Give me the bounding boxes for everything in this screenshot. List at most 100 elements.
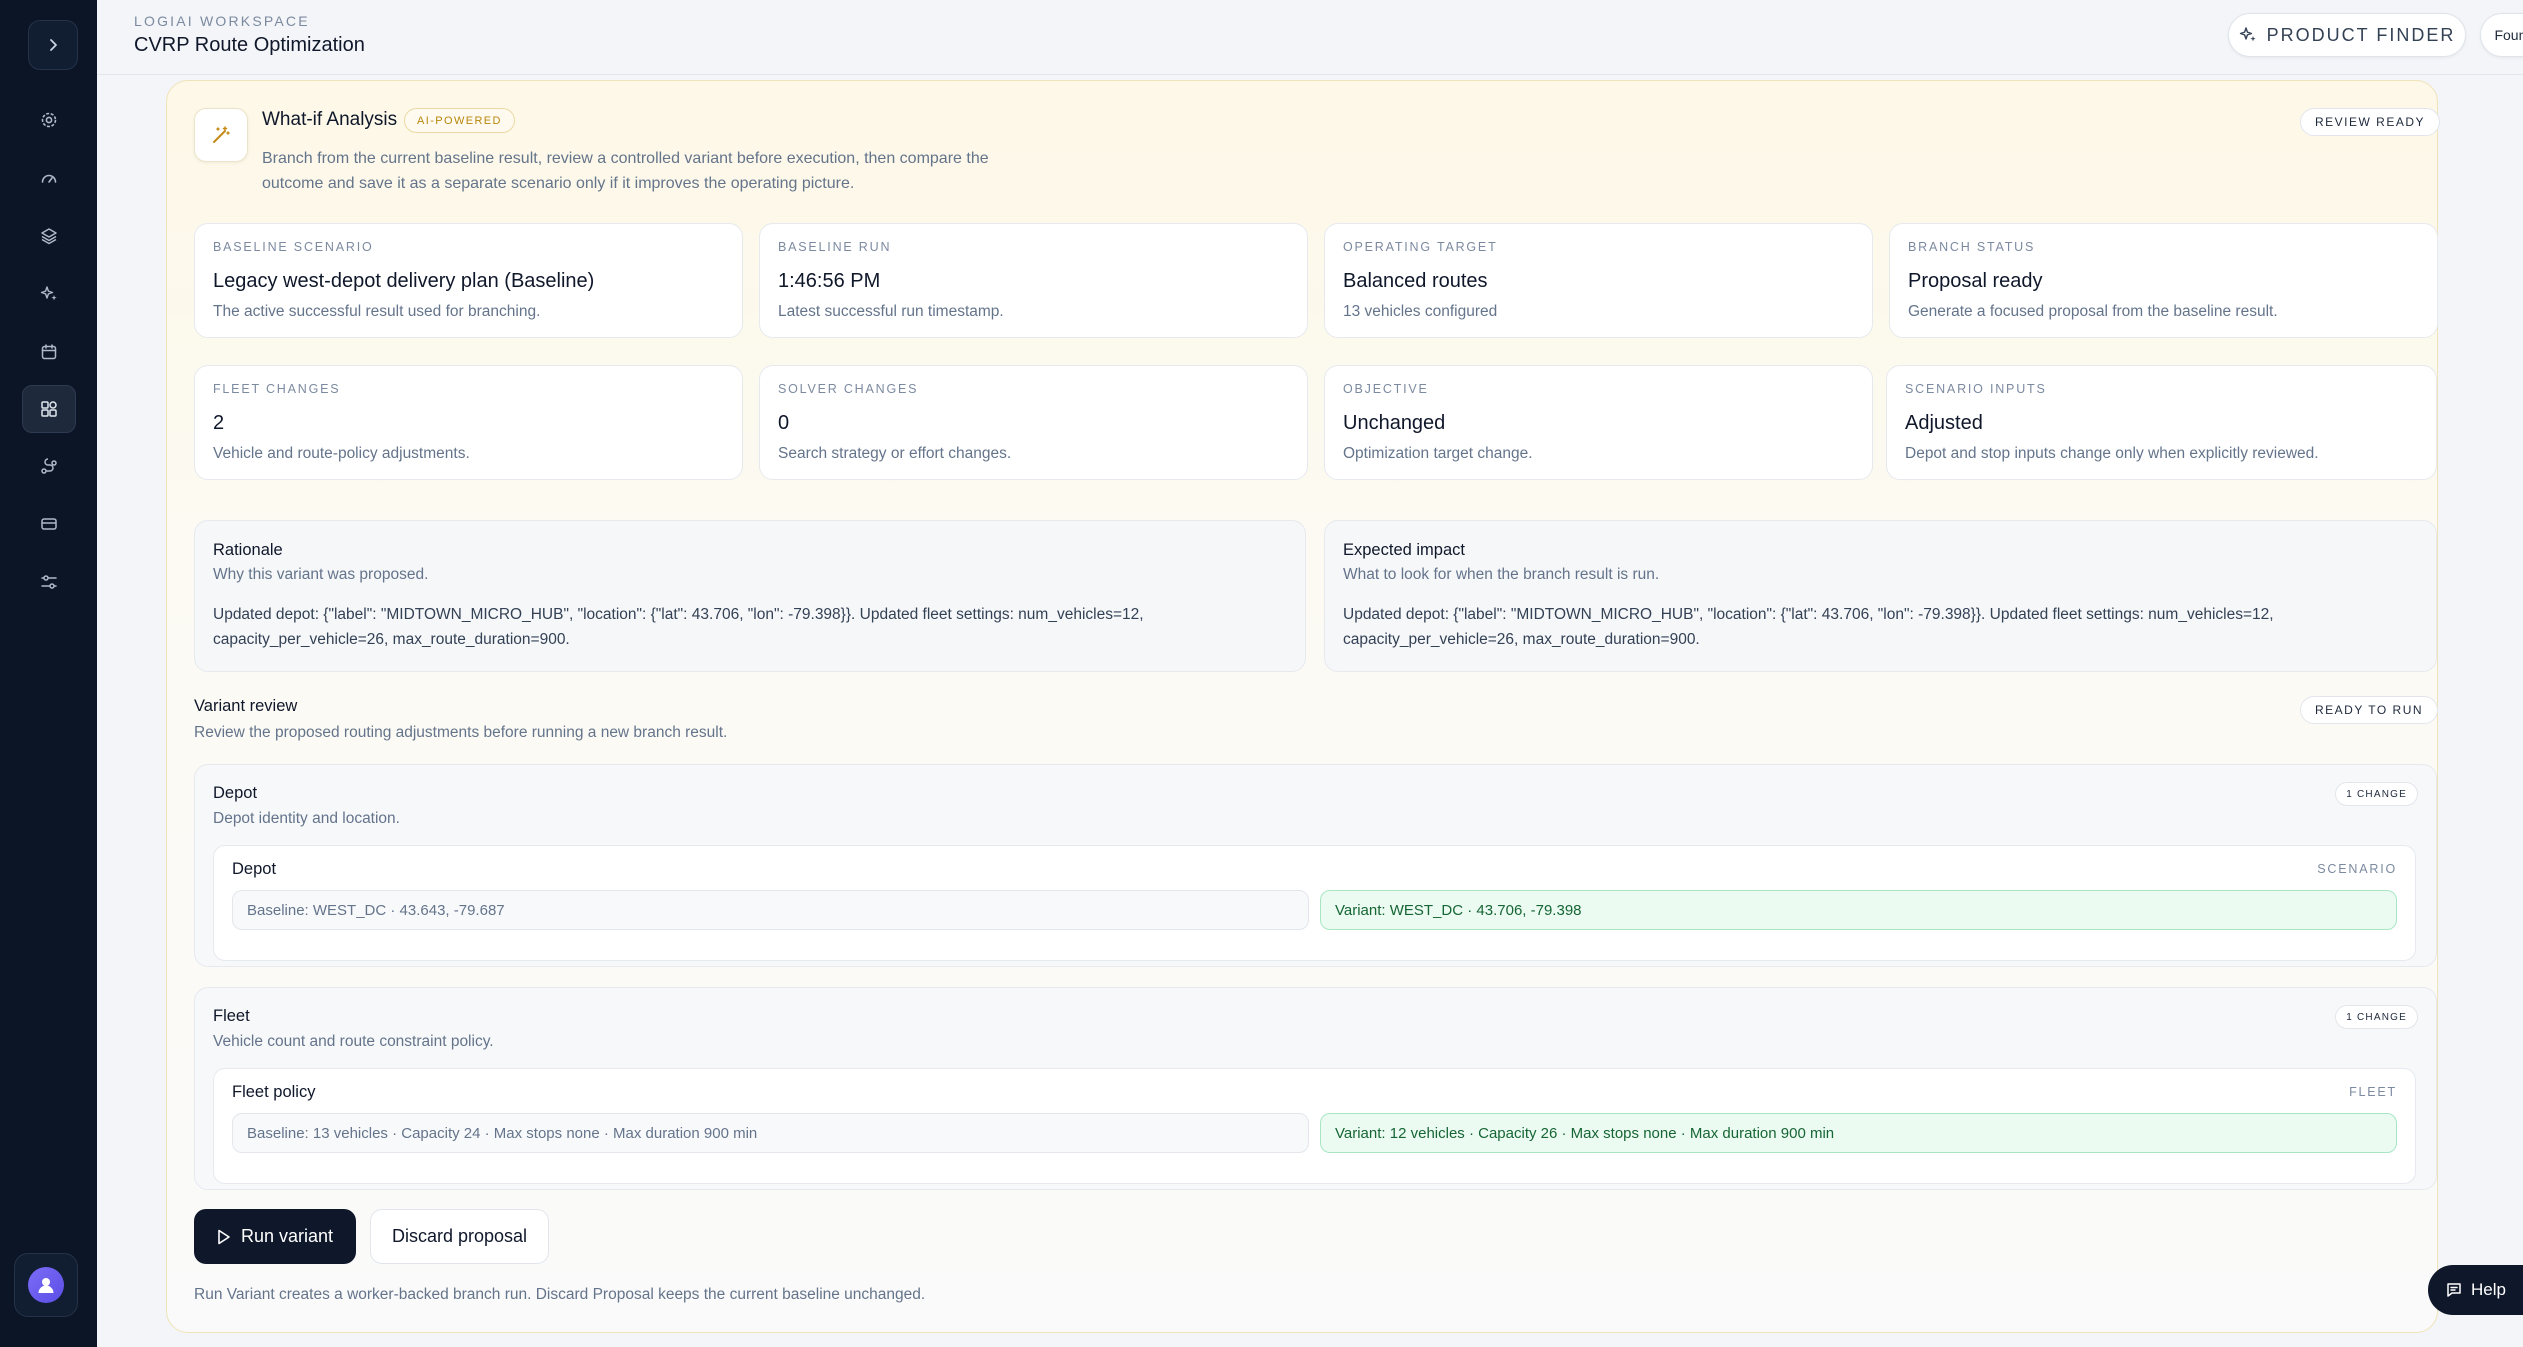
group-title: Depot: [213, 784, 258, 802]
stat-label: SOLVER CHANGES: [778, 382, 919, 396]
sparkles-icon: [40, 286, 57, 301]
stat-value: Balanced routes: [1343, 270, 1488, 292]
stat-value: 2: [213, 412, 225, 434]
rationale-panel: Rationale Why this variant was proposed.…: [194, 520, 1306, 672]
stat-label: OBJECTIVE: [1343, 382, 1429, 396]
sidebar-item-calendar[interactable]: [22, 328, 76, 376]
ready-to-run-badge: READY TO RUN: [2300, 696, 2439, 724]
depot-change-item: Depot SCENARIO Baseline: WEST_DC · 43.64…: [213, 845, 2416, 961]
fleet-change-item: Fleet policy FLEET Baseline: 13 vehicles…: [213, 1068, 2416, 1184]
shapes-icon: [41, 401, 57, 417]
group-subtitle: Vehicle count and route constraint polic…: [213, 1033, 494, 1050]
stat-subtext: Search strategy or effort changes.: [778, 445, 1012, 462]
rationale-title: Rationale: [213, 541, 283, 559]
chevron-right-icon: [50, 39, 57, 51]
sidebar: [0, 0, 97, 1347]
settings-icon: [41, 112, 57, 128]
sidebar-item-billing[interactable]: [22, 500, 76, 548]
baseline-value: Baseline: 13 vehicles · Capacity 24 · Ma…: [232, 1113, 1309, 1153]
change-count-badge: 1 CHANGE: [2335, 1005, 2418, 1029]
chat-icon: [2447, 1283, 2461, 1297]
depot-change-group: Depot Depot identity and location. 1 CHA…: [194, 764, 2437, 967]
stat-card-baseline-run: BASELINE RUN 1:46:56 PM Latest successfu…: [759, 223, 1308, 338]
magic-wand-icon: [213, 126, 230, 143]
stat-card-fleet-changes: FLEET CHANGES 2 Vehicle and route-policy…: [194, 365, 743, 480]
wand-icon-tile: [194, 108, 248, 162]
stat-card-solver-changes: SOLVER CHANGES 0 Search strategy or effo…: [759, 365, 1308, 480]
product-finder-button[interactable]: PRODUCT FINDER: [2228, 13, 2466, 57]
sidebar-item-routes[interactable]: [22, 443, 76, 491]
stat-label: BASELINE RUN: [778, 240, 892, 254]
variant-value: Variant: 12 vehicles · Capacity 26 · Max…: [1320, 1113, 2397, 1153]
review-ready-badge: REVIEW READY: [2300, 108, 2441, 136]
baseline-value: Baseline: WEST_DC · 43.643, -79.687: [232, 890, 1309, 930]
variant-review-title: Variant review: [194, 697, 298, 715]
calendar-icon: [41, 344, 57, 360]
sidebar-item-settings[interactable]: [22, 96, 76, 144]
discard-proposal-button[interactable]: Discard proposal: [370, 1209, 549, 1264]
stat-card-baseline-scenario: BASELINE SCENARIO Legacy west-depot deli…: [194, 223, 743, 338]
stat-value: Legacy west-depot delivery plan (Baselin…: [213, 270, 595, 292]
stat-value: Proposal ready: [1908, 270, 2043, 292]
credit-card-icon: [41, 518, 57, 530]
change-item-title: Depot: [232, 860, 277, 878]
impact-subtitle: What to look for when the branch result …: [1343, 566, 1660, 583]
run-variant-button[interactable]: Run variant: [194, 1209, 356, 1264]
whatif-title: What-if Analysis: [262, 109, 398, 130]
variant-review-subtitle: Review the proposed routing adjustments …: [194, 724, 728, 741]
stat-label: OPERATING TARGET: [1343, 240, 1498, 254]
stat-subtext: Depot and stop inputs change only when e…: [1905, 445, 2319, 462]
stat-subtext: Vehicle and route-policy adjustments.: [213, 445, 470, 462]
variant-value: Variant: WEST_DC · 43.706, -79.398: [1320, 890, 2397, 930]
user-icon: [38, 1278, 54, 1293]
impact-body: Updated depot: {"label": "MIDTOWN_MICRO_…: [1343, 606, 2274, 648]
stat-label: FLEET CHANGES: [213, 382, 341, 396]
impact-title: Expected impact: [1343, 541, 1465, 559]
stat-value: 0: [778, 412, 790, 434]
fleet-change-group: Fleet Vehicle count and route constraint…: [194, 987, 2437, 1190]
stat-value: Adjusted: [1905, 412, 1983, 434]
change-count-badge: 1 CHANGE: [2335, 782, 2418, 806]
account-button[interactable]: Founder account: [2480, 13, 2523, 57]
sidebar-item-whatif[interactable]: [22, 385, 76, 433]
sidebar-item-layers[interactable]: [22, 212, 76, 260]
sidebar-item-ai[interactable]: [22, 270, 76, 318]
avatar: [28, 1267, 64, 1303]
sidebar-item-preferences[interactable]: [22, 558, 76, 606]
sliders-icon: [41, 575, 57, 589]
run-variant-label: Run variant: [240, 1226, 334, 1246]
sparkles-icon: [2239, 27, 2256, 42]
help-label: Help: [2471, 1280, 2506, 1299]
group-title: Fleet: [213, 1007, 250, 1025]
sidebar-expand-button[interactable]: [28, 20, 78, 70]
play-icon: [218, 1229, 230, 1244]
stat-value: Unchanged: [1343, 412, 1446, 434]
stat-value: 1:46:56 PM: [778, 270, 881, 292]
stat-subtext: Optimization target change.: [1343, 445, 1533, 462]
stat-subtext: Generate a focused proposal from the bas…: [1908, 303, 2278, 320]
route-icon: [41, 458, 57, 474]
expected-impact-panel: Expected impact What to look for when th…: [1324, 520, 2437, 672]
stat-card-scenario-inputs: SCENARIO INPUTS Adjusted Depot and stop …: [1886, 365, 2437, 480]
stat-label: SCENARIO INPUTS: [1905, 382, 2047, 396]
top-header: LOGIAI WORKSPACE CVRP Route Optimization…: [97, 0, 2523, 75]
sidebar-item-dashboard[interactable]: [22, 155, 76, 203]
stat-card-operating-target: OPERATING TARGET Balanced routes 13 vehi…: [1324, 223, 1873, 338]
rationale-body: Updated depot: {"label": "MIDTOWN_MICRO_…: [213, 606, 1144, 648]
page-title: CVRP Route Optimization: [134, 34, 365, 56]
stat-card-objective: OBJECTIVE Unchanged Optimization target …: [1324, 365, 1873, 480]
stat-subtext: Latest successful run timestamp.: [778, 303, 1004, 320]
ai-powered-badge: AI-POWERED: [404, 108, 515, 133]
layers-icon: [41, 228, 57, 245]
product-finder-label: PRODUCT FINDER: [2266, 24, 2456, 45]
help-button[interactable]: Help: [2428, 1265, 2523, 1315]
rationale-subtitle: Why this variant was proposed.: [213, 566, 429, 583]
actions-footnote: Run Variant creates a worker-backed bran…: [194, 1286, 926, 1303]
whatif-description: Branch from the current baseline result,…: [262, 150, 989, 192]
change-item-tag: SCENARIO: [2317, 862, 2397, 876]
user-avatar-button[interactable]: [14, 1253, 78, 1317]
change-item-title: Fleet policy: [232, 1083, 316, 1101]
stat-label: BRANCH STATUS: [1908, 240, 2036, 254]
stat-subtext: The active successful result used for br…: [213, 303, 541, 320]
group-subtitle: Depot identity and location.: [213, 810, 400, 827]
